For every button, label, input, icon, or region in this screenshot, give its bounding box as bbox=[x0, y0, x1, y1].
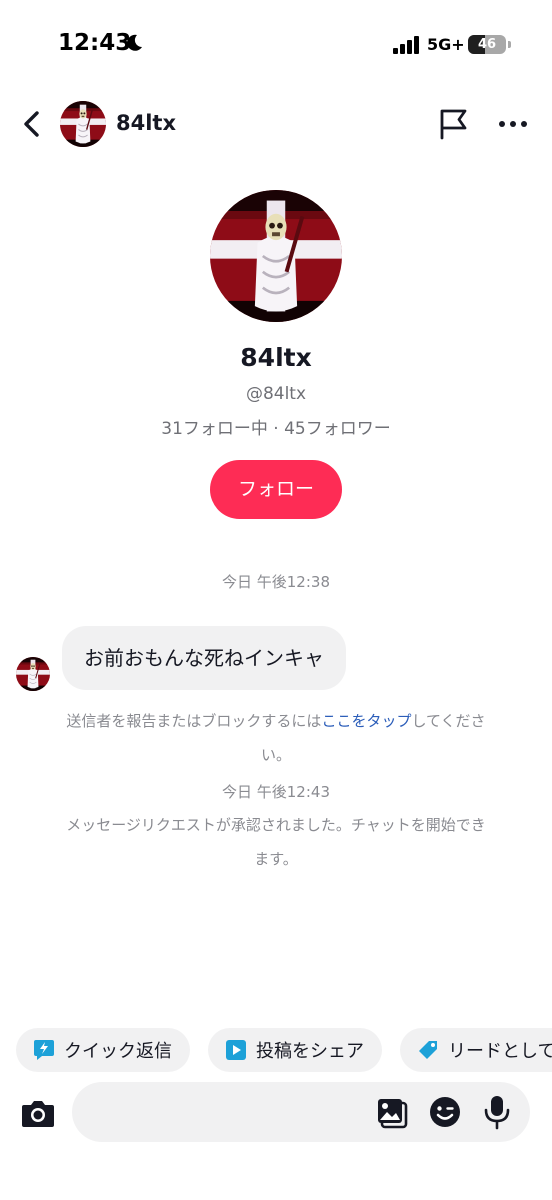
accept-notice: メッセージリクエストが承認されました。チャットを開始できます。 bbox=[66, 816, 486, 868]
sender-avatar[interactable] bbox=[16, 657, 50, 691]
status-time: 12:43 bbox=[58, 30, 132, 56]
mic-icon[interactable] bbox=[482, 1094, 512, 1130]
lead-label: リードとして bbox=[448, 1041, 552, 1062]
report-notice-text: 送信者を報告またはブロックするには bbox=[66, 712, 322, 730]
lead-chip[interactable]: リードとして bbox=[400, 1028, 552, 1072]
report-notice: 送信者を報告またはブロックするにはここをタップしてください。 bbox=[60, 704, 492, 772]
gallery-icon[interactable] bbox=[375, 1096, 409, 1130]
follow-button[interactable]: フォロー bbox=[210, 460, 342, 519]
lightning-bubble-icon bbox=[34, 1040, 54, 1060]
tag-icon bbox=[419, 1041, 437, 1059]
profile-stats: 31フォロー中 · 45フォロワー bbox=[161, 419, 391, 439]
play-icon bbox=[226, 1040, 246, 1060]
flag-icon[interactable] bbox=[436, 107, 470, 141]
quick-reply-label: クイック返信 bbox=[64, 1041, 172, 1062]
battery-cap bbox=[508, 41, 511, 48]
header-username[interactable]: 84ltx bbox=[116, 111, 176, 135]
share-post-chip[interactable]: 投稿をシェア bbox=[208, 1028, 382, 1072]
header-avatar[interactable] bbox=[60, 101, 106, 147]
profile-handle: @84ltx bbox=[245, 384, 307, 404]
moon-icon bbox=[124, 33, 144, 57]
quick-reply-chip[interactable]: クイック返信 bbox=[16, 1028, 190, 1072]
quick-actions: クイック返信 投稿をシェア リードとして bbox=[16, 1028, 552, 1072]
share-post-label: 投稿をシェア bbox=[256, 1041, 364, 1062]
battery-percentage: 46 bbox=[477, 37, 497, 52]
back-icon[interactable] bbox=[18, 107, 48, 141]
message-timestamp: 今日 午後12:43 bbox=[222, 783, 330, 801]
message-bubble[interactable]: お前おもんな死ねインキャ bbox=[62, 626, 346, 690]
signal-icon bbox=[393, 36, 421, 58]
network-type: 5G+ bbox=[427, 35, 465, 54]
camera-icon[interactable] bbox=[20, 1096, 56, 1130]
more-icon[interactable] bbox=[496, 107, 530, 141]
report-link[interactable]: ここをタップ bbox=[321, 712, 411, 730]
status-bar: 12:43 5G+ 46 bbox=[0, 0, 552, 90]
message-timestamp: 今日 午後12:38 bbox=[222, 573, 330, 591]
chat-header: 84ltx bbox=[0, 95, 552, 153]
emoji-icon[interactable] bbox=[428, 1095, 462, 1129]
battery-icon: 46 bbox=[468, 35, 506, 54]
profile-display-name: 84ltx bbox=[240, 343, 312, 372]
profile-avatar[interactable] bbox=[210, 190, 342, 322]
